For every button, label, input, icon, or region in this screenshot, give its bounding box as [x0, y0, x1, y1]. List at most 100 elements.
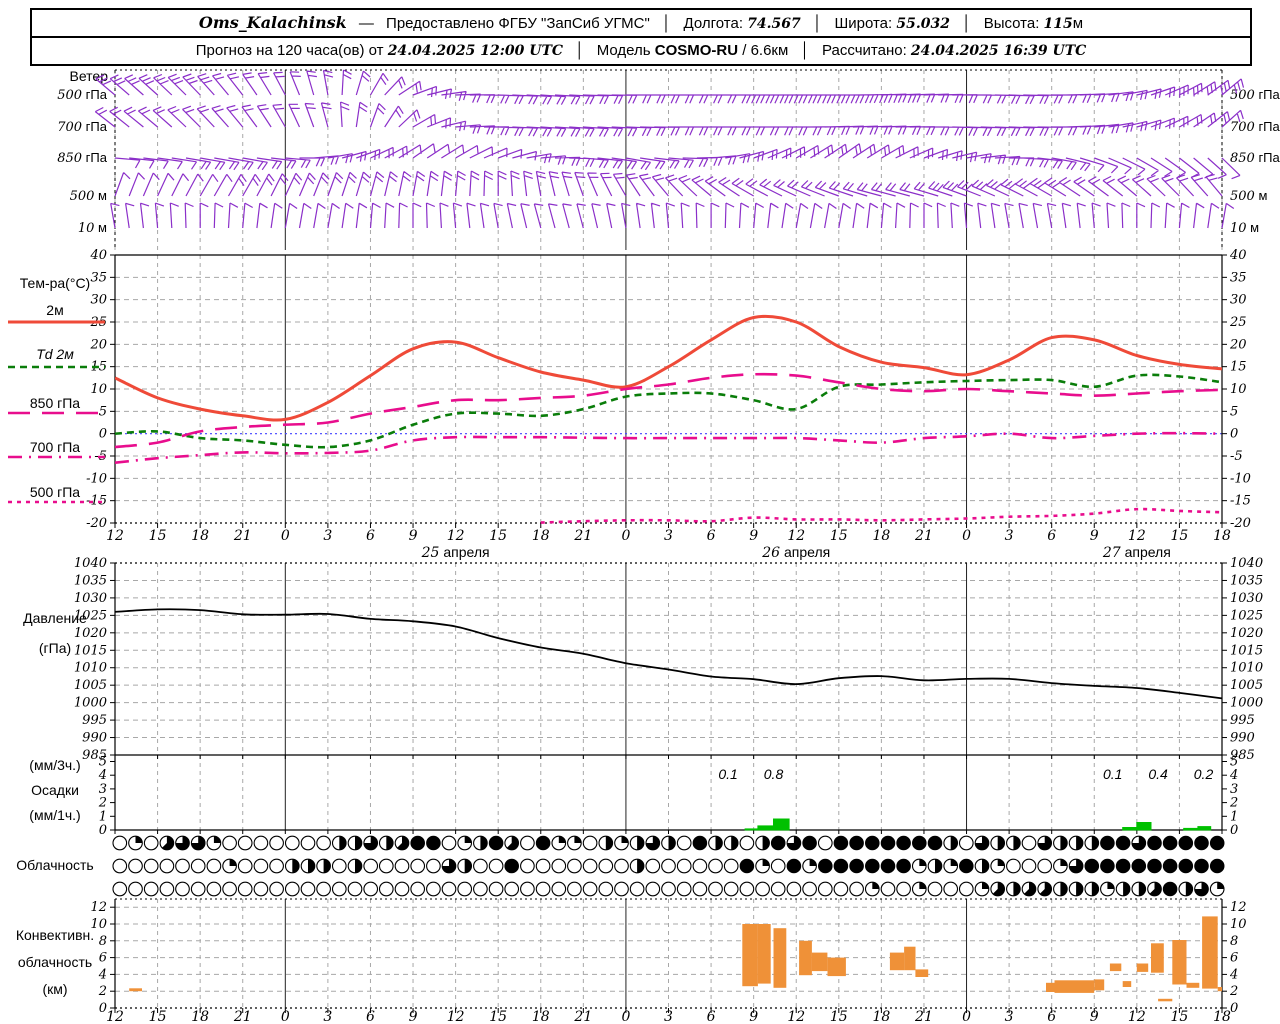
- svg-text:2: 2: [98, 984, 107, 999]
- svg-text:30: 30: [1230, 293, 1247, 308]
- svg-text:990: 990: [82, 731, 107, 746]
- svg-text:6: 6: [1047, 1009, 1056, 1024]
- svg-text:0.4: 0.4: [1148, 766, 1168, 782]
- svg-text:6: 6: [1047, 528, 1056, 544]
- svg-text:995: 995: [82, 713, 107, 728]
- svg-text:15: 15: [1171, 528, 1189, 544]
- svg-text:1030: 1030: [1230, 591, 1263, 606]
- svg-text:12: 12: [1128, 1009, 1146, 1024]
- svg-text:1030: 1030: [74, 591, 107, 606]
- svg-text:2: 2: [1229, 984, 1238, 999]
- svg-text:12: 12: [447, 1009, 465, 1024]
- svg-text:30: 30: [90, 293, 107, 308]
- svg-text:-20: -20: [86, 516, 107, 531]
- svg-text:1020: 1020: [1230, 626, 1263, 641]
- svg-text:3: 3: [323, 1009, 332, 1024]
- svg-text:0: 0: [621, 528, 630, 544]
- svg-text:1040: 1040: [1230, 556, 1263, 571]
- svg-text:8: 8: [1230, 934, 1238, 949]
- svg-text:18: 18: [532, 528, 550, 544]
- svg-text:9: 9: [1090, 1009, 1099, 1024]
- svg-text:5: 5: [99, 404, 107, 419]
- meteogram-page: Oms_Kalachinsk — Предоставлено ФГБУ "Зап…: [0, 0, 1280, 1024]
- svg-text:500 гПа: 500 гПа: [1230, 87, 1280, 103]
- svg-text:0: 0: [1230, 427, 1238, 442]
- svg-text:18: 18: [872, 528, 890, 544]
- svg-text:500 м: 500 м: [1230, 188, 1267, 204]
- svg-text:40: 40: [89, 248, 107, 263]
- svg-text:700 гПа: 700 гПа: [1230, 119, 1280, 135]
- svg-text:1015: 1015: [74, 643, 107, 658]
- svg-text:12: 12: [787, 528, 805, 544]
- svg-text:990: 990: [1230, 731, 1255, 746]
- svg-text:27 апреля: 27 апреля: [1102, 544, 1171, 561]
- svg-text:0: 0: [962, 528, 971, 544]
- svg-text:9: 9: [1090, 528, 1099, 544]
- svg-text:9: 9: [409, 528, 418, 544]
- svg-text:0: 0: [621, 1009, 630, 1024]
- svg-text:1010: 1010: [74, 661, 107, 676]
- svg-text:12: 12: [447, 528, 465, 544]
- svg-text:18: 18: [872, 1009, 890, 1024]
- svg-text:0: 0: [99, 823, 107, 838]
- svg-text:1010: 1010: [1230, 661, 1263, 676]
- svg-text:15: 15: [1171, 1009, 1189, 1024]
- svg-text:3: 3: [1005, 528, 1014, 544]
- svg-text:0.1: 0.1: [718, 766, 737, 782]
- svg-text:6: 6: [707, 1009, 716, 1024]
- svg-text:12: 12: [787, 1009, 805, 1024]
- svg-text:10: 10: [1230, 382, 1247, 397]
- meteogram-svg: 40403535303025252020151510105500-5-5-10-…: [8, 69, 1280, 1024]
- svg-text:15: 15: [830, 528, 848, 544]
- svg-text:6: 6: [366, 528, 375, 544]
- svg-text:1005: 1005: [74, 678, 107, 693]
- svg-text:0: 0: [1230, 1001, 1238, 1016]
- svg-text:15: 15: [149, 528, 167, 544]
- svg-text:6: 6: [99, 951, 107, 966]
- svg-text:15: 15: [489, 528, 507, 544]
- svg-text:21: 21: [233, 1009, 252, 1024]
- svg-text:35: 35: [90, 270, 107, 285]
- svg-text:21: 21: [573, 528, 592, 544]
- svg-text:26 апреля: 26 апреля: [761, 544, 830, 561]
- svg-text:3: 3: [664, 1009, 673, 1024]
- svg-text:3: 3: [323, 528, 332, 544]
- svg-text:21: 21: [573, 1009, 592, 1024]
- svg-text:15: 15: [1230, 360, 1247, 375]
- svg-text:995: 995: [1230, 713, 1255, 728]
- svg-text:-5: -5: [1230, 449, 1243, 464]
- svg-text:0: 0: [281, 1009, 290, 1024]
- svg-text:1025: 1025: [1230, 608, 1263, 623]
- svg-text:18: 18: [191, 528, 209, 544]
- svg-text:21: 21: [233, 528, 252, 544]
- svg-text:12: 12: [106, 528, 124, 544]
- svg-text:4: 4: [1229, 967, 1238, 982]
- svg-text:1040: 1040: [74, 556, 107, 571]
- svg-text:-10: -10: [86, 471, 107, 486]
- svg-text:9: 9: [409, 1009, 418, 1024]
- svg-text:35: 35: [1230, 270, 1247, 285]
- svg-text:10: 10: [1230, 917, 1247, 932]
- svg-text:0.1: 0.1: [1103, 766, 1122, 782]
- svg-text:21: 21: [914, 528, 933, 544]
- svg-text:3: 3: [664, 528, 673, 544]
- svg-text:6: 6: [707, 528, 716, 544]
- svg-text:850 гПа: 850 гПа: [1230, 150, 1280, 166]
- svg-text:21: 21: [914, 1009, 933, 1024]
- svg-text:10: 10: [90, 917, 107, 932]
- svg-text:1035: 1035: [1230, 573, 1263, 588]
- svg-text:700 гПа: 700 гПа: [57, 119, 108, 135]
- svg-text:20: 20: [89, 337, 107, 352]
- svg-text:25 апреля: 25 апреля: [421, 544, 490, 561]
- svg-text:6: 6: [366, 1009, 375, 1024]
- svg-text:6: 6: [1230, 951, 1238, 966]
- svg-text:-20: -20: [1230, 516, 1251, 531]
- svg-text:0.8: 0.8: [764, 766, 784, 782]
- svg-text:-15: -15: [1230, 494, 1251, 509]
- svg-text:500 м: 500 м: [70, 188, 107, 204]
- svg-text:1015: 1015: [1230, 643, 1263, 658]
- svg-text:1035: 1035: [74, 573, 107, 588]
- svg-text:18: 18: [1213, 1009, 1231, 1024]
- svg-text:1000: 1000: [74, 696, 107, 711]
- svg-text:-10: -10: [1230, 471, 1251, 486]
